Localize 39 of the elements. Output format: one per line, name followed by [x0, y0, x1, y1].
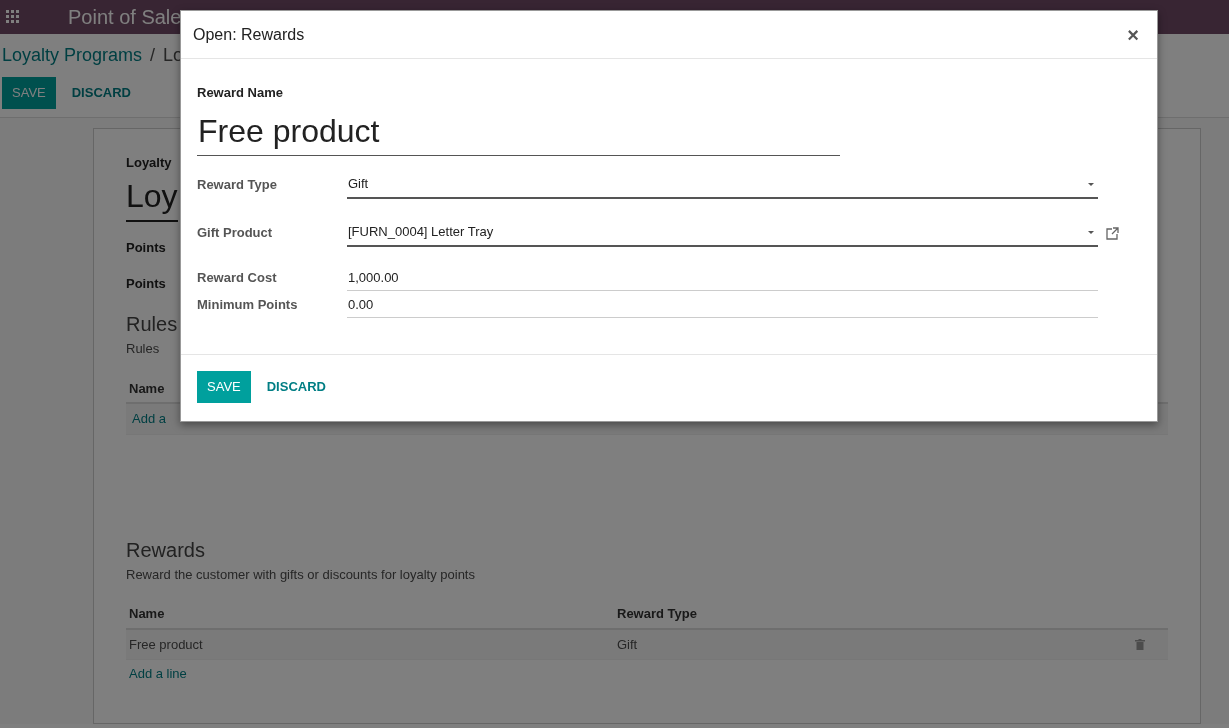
breadcrumb-link[interactable]: Loyalty Programs: [2, 45, 143, 65]
column-header: Name: [129, 606, 165, 621]
table-cell-text: Gift: [617, 635, 639, 654]
add-line-link[interactable]: Add a: [129, 407, 169, 430]
section-description: Reward the customer with gifts or discounts for loyalty points: [126, 565, 475, 584]
apps-menu-icon[interactable]: [6, 10, 20, 24]
section-heading: Rewards: [126, 537, 205, 563]
breadcrumb-separator: /: [150, 45, 156, 65]
discard-button[interactable]: DISCARD: [59, 77, 143, 109]
section-description: Rules: [126, 340, 160, 358]
select-field[interactable]: Gift: [347, 171, 1098, 199]
caret-icon: [1088, 230, 1094, 234]
discard-button[interactable]: DISCARD: [254, 371, 338, 403]
caret-icon: [1088, 182, 1094, 186]
app-title: Point of Sale: [68, 5, 182, 30]
column-header: Name: [129, 380, 165, 396]
external-link-icon[interactable]: [1106, 226, 1119, 240]
add-line-link[interactable]: Add a line: [126, 660, 1168, 688]
table-row[interactable]: Free product Gift: [126, 629, 1168, 660]
section-heading: Rules: [126, 312, 178, 337]
field-label: Points: [126, 274, 166, 293]
field-label: Reward Cost: [197, 269, 278, 288]
trash-icon[interactable]: [1135, 638, 1145, 650]
save-button[interactable]: SAVE: [197, 371, 251, 403]
dialog-title: Open: Rewards: [193, 24, 305, 45]
table-cell-text: Free product: [129, 635, 204, 654]
input-field[interactable]: 0.00: [347, 291, 1098, 319]
field-label: Gift Product: [197, 224, 274, 243]
field-label: Reward Type: [197, 176, 278, 195]
input-field[interactable]: 1,000.00: [347, 264, 1098, 292]
select-field[interactable]: [FURN_0004] Letter Tray: [347, 219, 1098, 247]
column-header: Reward Type: [617, 606, 697, 621]
field-label: Minimum Points: [197, 296, 299, 315]
save-button[interactable]: SAVE: [2, 77, 56, 109]
title-field[interactable]: Loy: [126, 172, 178, 222]
field-label: Loyalty: [126, 153, 172, 172]
field-label: Reward Name: [197, 84, 283, 102]
close-button[interactable]: ×: [1121, 23, 1145, 46]
field-label: Points: [126, 239, 166, 257]
